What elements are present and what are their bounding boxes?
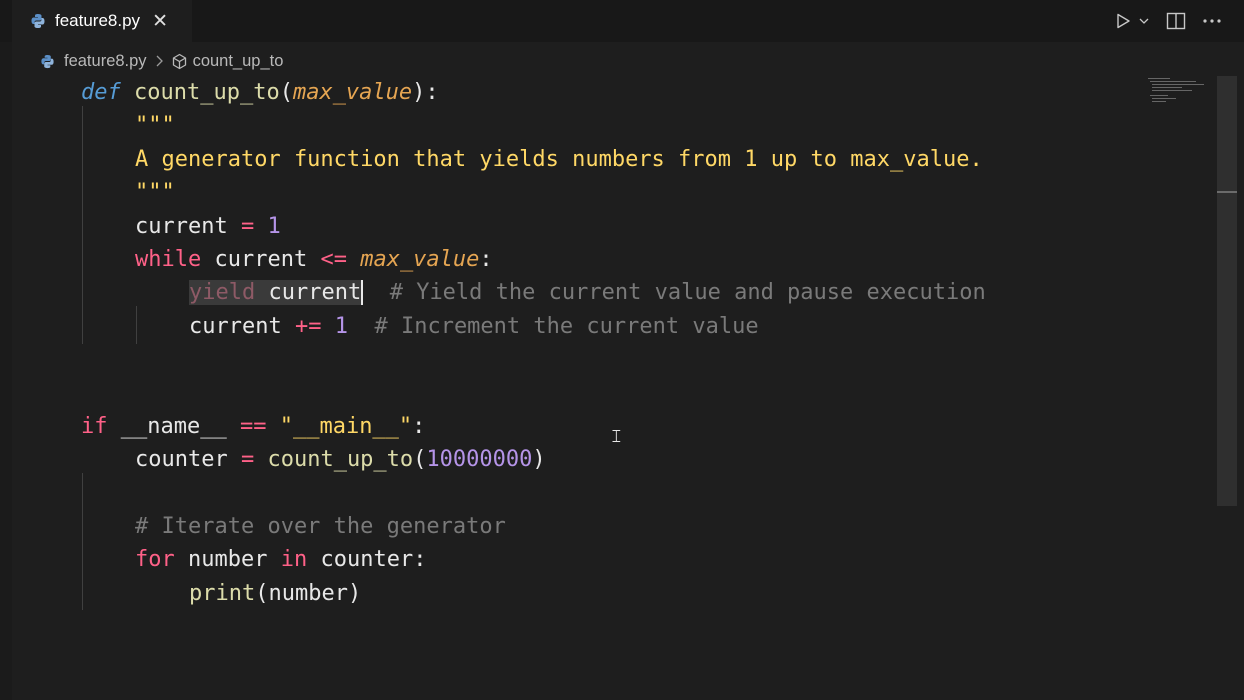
code-line-12: for number in counter: xyxy=(135,543,426,576)
text-caret xyxy=(361,280,364,305)
docstring-quote: """ xyxy=(135,180,175,205)
code-line-3: A generator function that yields numbers… xyxy=(135,143,983,176)
keyword-def: def xyxy=(81,80,121,105)
paren-open: ( xyxy=(255,581,269,606)
code-line-10: counter = count_up_to(10000000) xyxy=(135,443,546,476)
paren-close: ) xyxy=(532,447,546,472)
operator: == xyxy=(239,414,267,439)
vertical-scrollbar[interactable] xyxy=(1217,76,1237,506)
more-actions-button[interactable] xyxy=(1202,12,1222,30)
colon: : xyxy=(413,547,427,572)
colon: : xyxy=(412,414,426,439)
operator: <= xyxy=(320,247,347,272)
code-line-11: # Iterate over the generator xyxy=(135,510,506,543)
comment: # Increment the current value xyxy=(374,314,759,339)
paren-close: ): xyxy=(412,80,439,105)
text-cursor-icon: 𝙸 xyxy=(610,426,623,446)
breadcrumb-symbol[interactable]: count_up_to xyxy=(193,52,284,71)
more-actions-icon xyxy=(1203,19,1221,23)
variable: current xyxy=(214,247,308,272)
code-line-4: """ xyxy=(135,176,175,209)
code-line-1: def count_up_to(max_value): xyxy=(81,76,439,109)
colon: : xyxy=(479,247,493,272)
chevron-down-icon xyxy=(1139,18,1149,24)
loop-variable: number xyxy=(188,547,268,572)
operator: = xyxy=(240,447,255,472)
close-icon[interactable]: ✕ xyxy=(152,10,168,33)
code-line-7: yield current # Yield the current value … xyxy=(189,276,986,309)
paren-open: ( xyxy=(279,80,293,105)
argument: number xyxy=(268,581,348,606)
string-literal: "__main__" xyxy=(279,414,413,439)
editor[interactable]: feature8.py count_up_to def count_up_to(… xyxy=(12,42,1244,700)
operator: += xyxy=(294,314,322,339)
indent-guide xyxy=(82,106,83,344)
number-literal: 1 xyxy=(267,214,281,239)
python-file-icon xyxy=(41,54,54,68)
variable: counter xyxy=(135,447,228,472)
code-line-8: current += 1 # Increment the current val… xyxy=(189,310,759,343)
variable: current xyxy=(135,214,228,239)
scrollbar-position-marker xyxy=(1217,191,1237,193)
keyword-yield-selected: yield xyxy=(189,280,256,305)
minimap[interactable] xyxy=(1146,76,1206,106)
variable: current xyxy=(189,314,282,339)
iterable: counter xyxy=(320,547,414,572)
symbol-method-icon xyxy=(172,53,186,69)
number-literal: 1 xyxy=(334,314,348,339)
docstring-quote: """ xyxy=(135,113,175,138)
function-call: print xyxy=(189,581,256,606)
code-line-9: if __name__ == "__main__": xyxy=(81,410,425,443)
function-call: count_up_to xyxy=(267,447,414,472)
editor-actions xyxy=(1114,8,1222,34)
python-file-icon xyxy=(31,14,45,28)
dunder-name: __name__ xyxy=(120,414,227,439)
parameter: max_value xyxy=(292,80,413,105)
breadcrumb: feature8.py count_up_to xyxy=(40,50,283,72)
number-literal: 10000000 xyxy=(426,447,533,472)
code-line-6: while current <= max_value: xyxy=(135,243,493,276)
tab-bar: feature8.py ✕ xyxy=(0,0,1244,42)
indent-guide xyxy=(136,306,137,344)
docstring-text: A generator function that yields numbers… xyxy=(135,147,983,172)
keyword-for: for xyxy=(135,547,175,572)
comment: # Yield the current value and pause exec… xyxy=(389,280,986,305)
run-icon xyxy=(1117,13,1130,29)
comment: # Iterate over the generator xyxy=(135,514,506,539)
split-editor-button[interactable] xyxy=(1166,12,1186,30)
code-line-2: """ xyxy=(135,109,175,142)
function-name: count_up_to xyxy=(134,80,280,105)
tab-feature8[interactable]: feature8.py ✕ xyxy=(12,0,192,42)
keyword-while: while xyxy=(135,247,202,272)
breadcrumb-file[interactable]: feature8.py xyxy=(64,52,147,71)
indent-guide xyxy=(82,473,83,610)
parameter: max_value xyxy=(360,247,480,272)
operator: = xyxy=(240,214,255,239)
run-button[interactable] xyxy=(1114,12,1150,30)
tab-label: feature8.py xyxy=(55,11,141,30)
keyword-in: in xyxy=(280,547,308,572)
code-line-5: current = 1 xyxy=(135,210,281,243)
variable-selected: current xyxy=(268,280,362,305)
paren-close: ) xyxy=(347,581,362,606)
chevron-right-icon xyxy=(156,55,163,67)
keyword-if: if xyxy=(81,414,108,439)
paren-open: ( xyxy=(413,447,427,472)
split-editor-icon xyxy=(1166,12,1186,30)
code-line-13: print(number) xyxy=(189,577,361,610)
